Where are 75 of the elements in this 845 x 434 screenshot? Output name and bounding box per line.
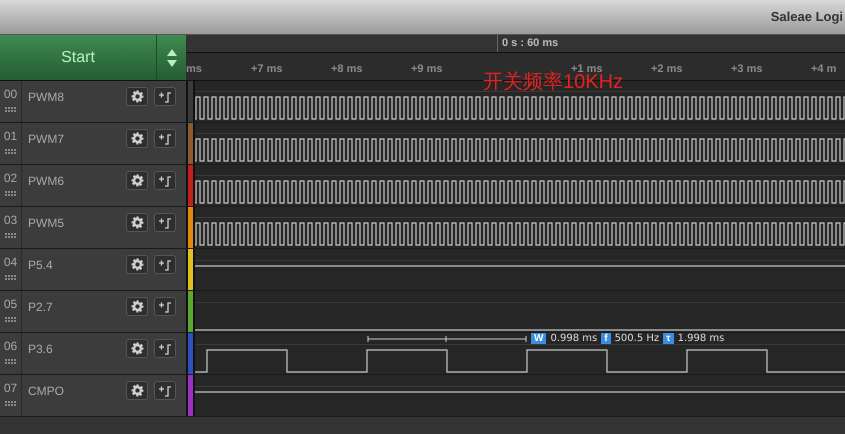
trigger-button[interactable] xyxy=(154,129,176,148)
rising-edge-trigger-icon xyxy=(158,132,172,144)
channel-name: PWM6 xyxy=(28,173,65,190)
gear-icon xyxy=(130,216,144,229)
trigger-button[interactable] xyxy=(154,87,176,106)
gear-icon xyxy=(130,132,144,145)
measurement-badge: τ xyxy=(663,333,674,344)
time-tick: +4 m xyxy=(811,63,836,75)
gear-icon xyxy=(130,174,144,187)
trigger-button[interactable] xyxy=(154,255,176,274)
time-tick: ms xyxy=(186,63,202,75)
gear-icon xyxy=(130,384,144,397)
rising-edge-trigger-icon xyxy=(158,216,172,228)
channel-number: 01 xyxy=(4,128,18,145)
settings-button[interactable] xyxy=(126,213,148,232)
rising-edge-trigger-icon xyxy=(158,174,172,186)
channel-name: P3.6 xyxy=(28,341,54,358)
channel-number: 07 xyxy=(4,380,18,397)
settings-button[interactable] xyxy=(126,381,148,400)
time-tick: +3 ms xyxy=(731,63,762,75)
settings-button[interactable] xyxy=(126,171,148,190)
settings-button[interactable] xyxy=(126,297,148,316)
trigger-button[interactable] xyxy=(154,171,176,190)
grip-icon[interactable] xyxy=(4,149,16,155)
rising-edge-trigger-icon xyxy=(158,342,172,354)
time-tick: +9 ms xyxy=(411,63,442,75)
grip-icon[interactable] xyxy=(4,275,16,281)
channel-name: P2.7 xyxy=(28,299,54,316)
gear-icon xyxy=(130,258,144,271)
grip-icon[interactable] xyxy=(4,233,16,239)
channel-name: PWM5 xyxy=(28,215,65,232)
time-tick: +8 ms xyxy=(331,63,362,75)
trigger-button[interactable] xyxy=(154,339,176,358)
measurement-value: 500.5 Hz xyxy=(614,332,660,346)
gear-icon xyxy=(130,342,144,355)
settings-button[interactable] xyxy=(126,339,148,358)
channel-number: 04 xyxy=(4,254,18,271)
measurement-badge: f xyxy=(601,333,611,344)
up-arrow-icon xyxy=(166,48,176,56)
channel-name: PWM8 xyxy=(28,89,65,106)
rising-edge-trigger-icon xyxy=(158,90,172,102)
window-title: Saleae Logi xyxy=(770,8,843,26)
channel-number: 06 xyxy=(4,338,18,355)
grip-icon[interactable] xyxy=(4,359,16,365)
channel-number: 05 xyxy=(4,296,18,313)
time-position: 0 s : 60 ms xyxy=(497,35,558,52)
channel-name: CMPO xyxy=(28,383,65,400)
trigger-button[interactable] xyxy=(154,381,176,400)
down-arrow-icon xyxy=(166,60,176,66)
rising-edge-trigger-icon xyxy=(158,258,172,270)
settings-button[interactable] xyxy=(126,87,148,106)
gear-icon xyxy=(130,300,144,313)
start-button[interactable]: Start xyxy=(0,35,156,80)
channel-name: PWM7 xyxy=(28,131,65,148)
grip-icon[interactable] xyxy=(4,191,16,197)
measurement-badge: W xyxy=(531,333,546,344)
rising-edge-trigger-icon xyxy=(158,300,172,312)
grip-icon[interactable] xyxy=(4,107,16,113)
channel-number: 02 xyxy=(4,170,18,187)
grip-icon[interactable] xyxy=(4,317,16,323)
channel-number: 03 xyxy=(4,212,18,229)
trigger-button[interactable] xyxy=(154,297,176,316)
start-options-button[interactable] xyxy=(156,35,186,80)
channel-name: P5.4 xyxy=(28,257,54,274)
grip-icon[interactable] xyxy=(4,401,16,407)
settings-button[interactable] xyxy=(126,255,148,274)
settings-button[interactable] xyxy=(126,129,148,148)
time-tick: +2 ms xyxy=(651,63,682,75)
time-tick: +7 ms xyxy=(251,63,282,75)
channel-number: 00 xyxy=(4,86,18,103)
measurement-value: 1.998 ms xyxy=(678,332,724,346)
measurement-value: 0.998 ms xyxy=(550,332,598,346)
gear-icon xyxy=(130,90,144,103)
trigger-button[interactable] xyxy=(154,213,176,232)
rising-edge-trigger-icon xyxy=(158,384,172,396)
